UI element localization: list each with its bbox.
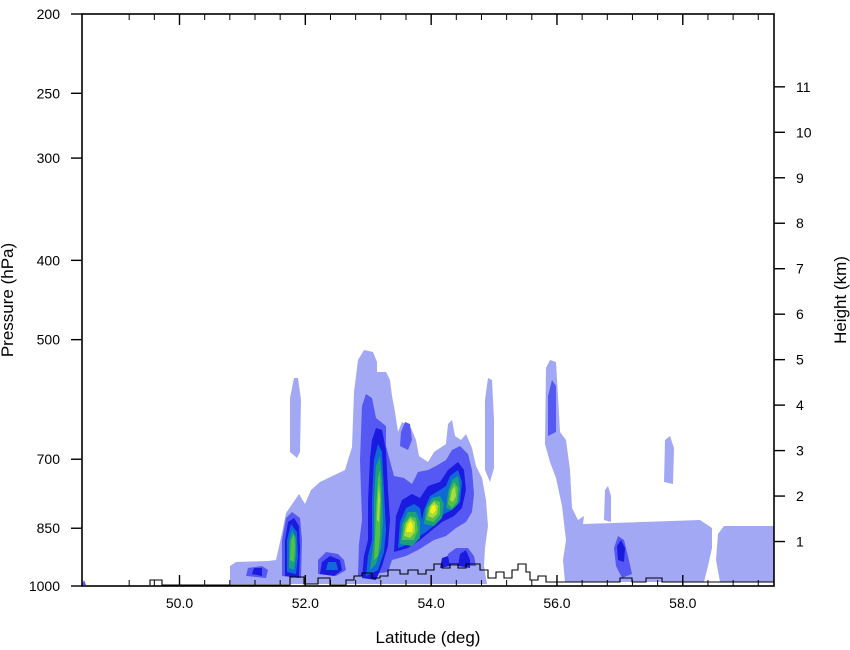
y-right-tick-label: 3 (796, 443, 804, 459)
y-left-tick-label: 500 (37, 332, 61, 348)
contour-region-column (485, 378, 494, 482)
contour-region-column (664, 436, 674, 484)
contour-region-column (290, 378, 301, 458)
x-axis-title: Latitude (deg) (376, 628, 481, 647)
x-tick-label: 50.0 (166, 595, 193, 611)
x-tick-label: 58.0 (669, 595, 696, 611)
x-tick-label: 56.0 (543, 595, 570, 611)
y-left-tick-label: 700 (37, 451, 61, 467)
y-left-tick-label: 1000 (29, 578, 60, 594)
y-right-tick-label: 8 (796, 215, 804, 231)
contour-level-1 (230, 350, 774, 584)
x-tick-label: 54.0 (418, 595, 445, 611)
y-left-tick-label: 250 (37, 85, 61, 101)
contour-region-east (545, 360, 712, 582)
y-right-tick-label: 7 (796, 261, 804, 277)
y-right-tick-label: 9 (796, 170, 804, 186)
y-right-tick-label: 2 (796, 488, 804, 504)
y-left-tick-label: 400 (37, 252, 61, 268)
contour-region (380, 370, 382, 372)
y-right-tick-label: 10 (796, 124, 812, 140)
contour-region-east (716, 526, 774, 582)
y-right-tick-label: 6 (796, 306, 804, 322)
y-left-tick-label: 300 (37, 150, 61, 166)
y-right-tick-label: 5 (796, 352, 804, 368)
y-right-tick-label: 11 (796, 79, 811, 95)
y-axis-left-title: Pressure (hPa) (0, 243, 17, 357)
contour-fills (82, 350, 774, 586)
contour-region (326, 562, 338, 570)
contour-region-column (604, 486, 611, 522)
y-left-tick-label: 200 (37, 6, 61, 22)
y-left-tick-label: 850 (37, 520, 61, 536)
y-axis-right-title: Height (km) (831, 256, 850, 344)
chart: 50.0 52.0 54.0 56.0 58.020025030040050070085… (0, 6, 850, 647)
x-tick-label: 52.0 (292, 595, 319, 611)
y-right-tick-label: 4 (796, 397, 804, 413)
y-right-tick-label: 1 (796, 534, 804, 550)
